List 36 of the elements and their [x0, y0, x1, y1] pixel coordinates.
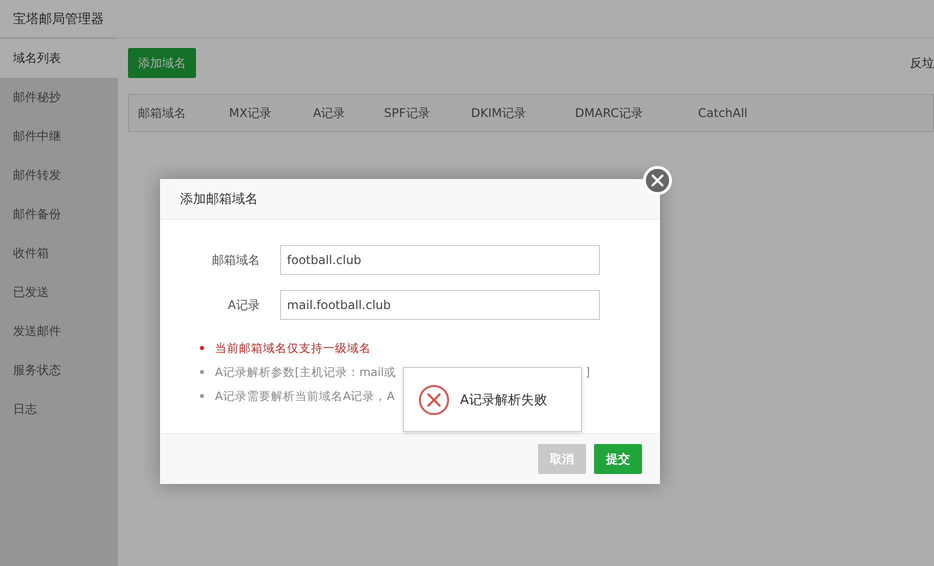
column-header: MX记录	[229, 104, 273, 122]
close-icon[interactable]	[643, 166, 672, 195]
sidebar-item[interactable]: 发送邮件	[0, 312, 118, 351]
sidebar-item[interactable]: 邮件备份	[0, 195, 118, 234]
antispam-link[interactable]: 反垃	[910, 54, 934, 72]
hint-text: A记录需要解析当前域名A记录，A	[215, 388, 395, 404]
dialog-title: 添加邮箱域名	[180, 191, 258, 208]
input-field[interactable]: football.club	[280, 245, 600, 275]
column-header: SPF记录	[384, 104, 431, 122]
bullet-icon	[200, 394, 204, 398]
sidebar-item[interactable]: 邮件秘抄	[0, 78, 118, 117]
add-domain-button[interactable]: 添加域名	[128, 48, 196, 78]
error-icon	[418, 384, 450, 416]
column-header: DMARC记录	[575, 104, 644, 122]
column-header: A记录	[313, 104, 346, 122]
hint-text: ]	[586, 365, 590, 379]
bullet-icon	[200, 370, 204, 374]
sidebar-item[interactable]: 邮件中继	[0, 117, 118, 156]
app-title: 宝塔邮局管理器	[13, 10, 104, 28]
sidebar-item[interactable]: 邮件转发	[0, 156, 118, 195]
hint-text: A记录解析参数[主机记录：mail或	[215, 364, 396, 380]
submit-button[interactable]: 提交	[594, 444, 642, 474]
bullet-icon	[200, 346, 204, 350]
sidebar-item[interactable]: 日志	[0, 390, 118, 429]
hint-text: 当前邮箱域名仅支持一级域名	[215, 340, 371, 356]
sidebar-item[interactable]: 收件箱	[0, 234, 118, 273]
sidebar-item[interactable]: 服务状态	[0, 351, 118, 390]
column-header: DKIM记录	[471, 104, 528, 122]
toast-message: A记录解析失败	[460, 392, 547, 408]
column-header: CatchAll	[698, 106, 749, 120]
column-header: 邮箱域名	[138, 104, 187, 122]
field-label: A记录	[226, 296, 260, 314]
field-label: 邮箱域名	[211, 252, 260, 268]
sidebar-item[interactable]: 域名列表	[0, 39, 118, 78]
sidebar-item[interactable]: 已发送	[0, 273, 118, 312]
input-field[interactable]: mail.football.club	[280, 290, 600, 320]
